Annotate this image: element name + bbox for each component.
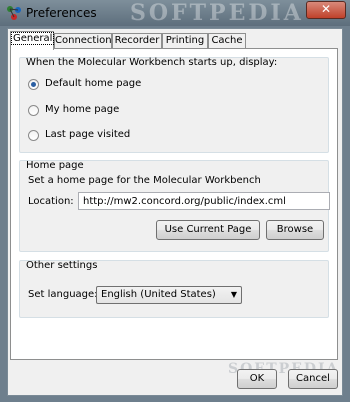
title-bar[interactable]: Preferences SOFTPEDIA ✕ <box>0 0 350 26</box>
tab-recorder[interactable]: Recorder <box>112 33 162 49</box>
homepage-group-title: Home page <box>26 160 84 171</box>
other-settings-title: Other settings <box>26 260 98 271</box>
homepage-description: Set a home page for the Molecular Workbe… <box>28 175 261 186</box>
tab-general[interactable]: General <box>10 31 55 50</box>
homepage-group: Home page Set a home page for the Molecu… <box>19 160 330 252</box>
tab-panel-general: When the Molecular Workbench starts up, … <box>10 48 338 360</box>
dialog-client-area: General Connection Recorder Printing Cac… <box>7 28 343 396</box>
app-icon <box>7 6 21 20</box>
cancel-button[interactable]: Cancel <box>288 369 338 389</box>
window-title: Preferences <box>26 6 97 20</box>
watermark: SOFTPEDIA <box>130 0 304 26</box>
location-input[interactable] <box>78 192 330 210</box>
preferences-window: Preferences SOFTPEDIA ✕ General Connecti… <box>0 0 350 402</box>
language-select[interactable]: English (United States) ▼ <box>96 286 242 304</box>
radio-indicator[interactable] <box>28 105 39 116</box>
chevron-down-icon: ▼ <box>230 290 237 299</box>
browse-button[interactable]: Browse <box>266 220 324 240</box>
startup-group-title: When the Molecular Workbench starts up, … <box>26 57 278 68</box>
language-label: Set language: <box>28 289 98 300</box>
close-button[interactable]: ✕ <box>306 1 346 19</box>
radio-indicator[interactable] <box>28 130 39 141</box>
tab-connection[interactable]: Connection <box>54 33 112 49</box>
tab-cache[interactable]: Cache <box>208 33 246 49</box>
other-settings-group: Other settings Set language: English (Un… <box>19 260 329 318</box>
use-current-page-button[interactable]: Use Current Page <box>156 220 260 240</box>
radio-indicator[interactable] <box>28 79 39 90</box>
location-label: Location: <box>28 196 74 207</box>
startup-group: When the Molecular Workbench starts up, … <box>19 57 329 153</box>
ok-button[interactable]: OK <box>237 369 277 389</box>
tab-printing[interactable]: Printing <box>162 33 208 49</box>
